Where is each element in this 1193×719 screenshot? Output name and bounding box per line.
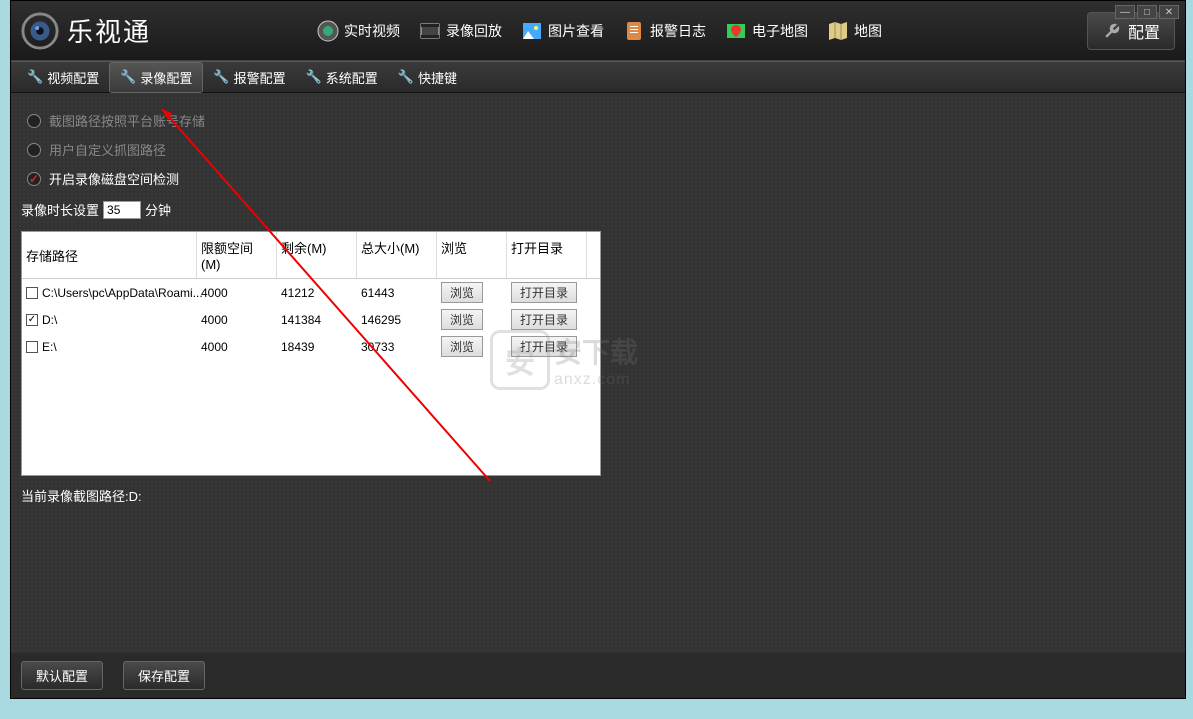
- cell-limit: 4000: [197, 337, 277, 357]
- nav-realtime-video[interactable]: 实时视频: [308, 15, 408, 47]
- subnav-system-config[interactable]: 🔧系统配置: [296, 63, 388, 92]
- app-window: — □ ✕ 乐视通 实时视频 录像回放 图片查看: [10, 0, 1186, 699]
- cell-total: 30733: [357, 337, 437, 357]
- cell-limit: 4000: [197, 310, 277, 330]
- tool-icon: 🔧: [398, 69, 414, 85]
- tool-icon: 🔧: [27, 69, 43, 85]
- camera-icon: [316, 19, 340, 43]
- nav-label: 图片查看: [548, 21, 604, 41]
- th-total: 总大小(M): [357, 232, 437, 278]
- subnav-hotkeys[interactable]: 🔧快捷键: [388, 63, 467, 92]
- camera-logo-icon: [21, 12, 59, 50]
- cell-total: 146295: [357, 310, 437, 330]
- table-row: C:\Users\pc\AppData\Roami...400041212614…: [22, 279, 600, 306]
- th-remain: 剩余(M): [277, 232, 357, 278]
- tool-icon: 🔧: [120, 69, 136, 85]
- nav-label: 电子地图: [752, 21, 808, 41]
- clipboard-icon: [622, 19, 646, 43]
- check-row-disk-check: 开启录像磁盘空间检测: [21, 169, 1175, 188]
- th-path: 存储路径: [22, 232, 197, 278]
- current-path-label: 当前录像截图路径:: [21, 489, 129, 504]
- cell-remain: 41212: [277, 283, 357, 303]
- default-config-button[interactable]: 默认配置: [21, 661, 103, 690]
- nav-label: 实时视频: [344, 21, 400, 41]
- checkbox-custom-path[interactable]: [27, 143, 41, 157]
- subnav-record-config[interactable]: 🔧录像配置: [109, 62, 203, 93]
- content-panel: 截图路径按照平台账号存储 用户自定义抓图路径 开启录像磁盘空间检测 录像时长设置…: [11, 93, 1185, 653]
- current-path-value: D:: [129, 489, 142, 504]
- current-path: 当前录像截图路径:D:: [21, 486, 1175, 505]
- table-header: 存储路径 限额空间(M) 剩余(M) 总大小(M) 浏览 打开目录: [22, 232, 600, 279]
- cell-path: C:\Users\pc\AppData\Roami...: [42, 286, 203, 300]
- browse-button[interactable]: 浏览: [441, 309, 483, 330]
- tool-icon: 🔧: [213, 69, 229, 85]
- check-label: 截图路径按照平台账号存储: [49, 111, 205, 130]
- nav-label: 录像回放: [446, 21, 502, 41]
- film-icon: [418, 19, 442, 43]
- checkbox-screenshot-account[interactable]: [27, 114, 41, 128]
- row-checkbox[interactable]: [26, 341, 38, 353]
- subnav-label: 录像配置: [140, 68, 192, 87]
- main-nav: 实时视频 录像回放 图片查看 报警日志 电子地图 地图: [308, 15, 890, 47]
- wrench-icon: [1102, 21, 1122, 41]
- row-checkbox[interactable]: [26, 314, 38, 326]
- duration-input[interactable]: [103, 201, 141, 219]
- maximize-button[interactable]: □: [1137, 5, 1157, 19]
- check-label: 开启录像磁盘空间检测: [49, 169, 179, 188]
- window-controls: — □ ✕: [1115, 5, 1179, 19]
- app-title: 乐视通: [67, 12, 151, 49]
- th-open: 打开目录: [507, 232, 587, 278]
- checkbox-disk-check[interactable]: [27, 172, 41, 186]
- map-icon: [826, 19, 850, 43]
- check-row-screenshot-account: 截图路径按照平台账号存储: [21, 111, 1175, 130]
- open-folder-button[interactable]: 打开目录: [511, 309, 577, 330]
- subnav-label: 视频配置: [47, 68, 99, 87]
- storage-table: 存储路径 限额空间(M) 剩余(M) 总大小(M) 浏览 打开目录 C:\Use…: [21, 231, 601, 476]
- subnav: 🔧视频配置 🔧录像配置 🔧报警配置 🔧系统配置 🔧快捷键: [11, 61, 1185, 93]
- subnav-label: 报警配置: [234, 68, 286, 87]
- close-button[interactable]: ✕: [1159, 5, 1179, 19]
- tool-icon: 🔧: [306, 69, 322, 85]
- th-limit: 限额空间(M): [197, 232, 277, 278]
- open-folder-button[interactable]: 打开目录: [511, 336, 577, 357]
- map-pin-icon: [724, 19, 748, 43]
- th-browse: 浏览: [437, 232, 507, 278]
- check-row-custom-path: 用户自定义抓图路径: [21, 140, 1175, 159]
- subnav-label: 快捷键: [418, 68, 457, 87]
- minimize-button[interactable]: —: [1115, 5, 1135, 19]
- browse-button[interactable]: 浏览: [441, 282, 483, 303]
- duration-label-after: 分钟: [145, 200, 171, 219]
- save-config-button[interactable]: 保存配置: [123, 661, 205, 690]
- nav-alarm-log[interactable]: 报警日志: [614, 15, 714, 47]
- open-folder-button[interactable]: 打开目录: [511, 282, 577, 303]
- subnav-alarm-config[interactable]: 🔧 报警配置: [203, 63, 295, 92]
- duration-row: 录像时长设置 分钟: [21, 200, 1175, 219]
- picture-icon: [520, 19, 544, 43]
- nav-label: 报警日志: [650, 21, 706, 41]
- cell-limit: 4000: [197, 283, 277, 303]
- nav-map[interactable]: 地图: [818, 15, 890, 47]
- check-label: 用户自定义抓图路径: [49, 140, 166, 159]
- nav-playback[interactable]: 录像回放: [410, 15, 510, 47]
- nav-emap[interactable]: 电子地图: [716, 15, 816, 47]
- cell-remain: 141384: [277, 310, 357, 330]
- titlebar: 乐视通 实时视频 录像回放 图片查看 报警日志 电子地图: [11, 1, 1185, 61]
- table-row: D:\ 4000141384146295浏览 打开目录: [22, 306, 600, 333]
- row-checkbox[interactable]: [26, 287, 38, 299]
- cell-total: 61443: [357, 283, 437, 303]
- table-row: E:\ 40001843930733浏览 打开目录: [22, 333, 600, 360]
- nav-label: 地图: [854, 21, 882, 41]
- subnav-label: 系统配置: [326, 68, 378, 87]
- cell-path: E:\: [42, 340, 57, 354]
- table-body: C:\Users\pc\AppData\Roami...400041212614…: [22, 279, 600, 475]
- config-label: 配置: [1128, 19, 1160, 43]
- browse-button[interactable]: 浏览: [441, 336, 483, 357]
- footer: 默认配置 保存配置: [21, 661, 205, 690]
- subnav-video-config[interactable]: 🔧视频配置: [17, 63, 109, 92]
- cell-remain: 18439: [277, 337, 357, 357]
- app-logo: 乐视通: [21, 12, 151, 50]
- nav-pictures[interactable]: 图片查看: [512, 15, 612, 47]
- cell-path: D:\: [42, 313, 57, 327]
- duration-label-before: 录像时长设置: [21, 200, 99, 219]
